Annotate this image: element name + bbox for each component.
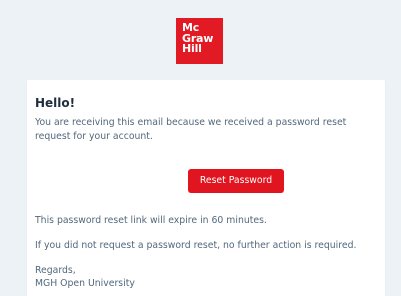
intro-text: You are receiving this email because we … (35, 117, 347, 142)
email-card: Hello! You are receiving this email beca… (27, 80, 385, 296)
logo-line-3: Hill (182, 42, 202, 55)
no-action-note: If you did not request a password reset,… (35, 240, 357, 251)
email-page: Mc Graw Hill Hello! You are receiving th… (0, 0, 401, 296)
regards-text: Regards, (35, 265, 76, 276)
greeting-heading: Hello! (35, 96, 76, 110)
sender-name: MGH Open University (35, 278, 135, 289)
mcgraw-hill-logo: Mc Graw Hill (176, 18, 223, 64)
reset-password-button[interactable]: Reset Password (188, 169, 284, 193)
expiry-note: This password reset link will expire in … (35, 215, 267, 226)
